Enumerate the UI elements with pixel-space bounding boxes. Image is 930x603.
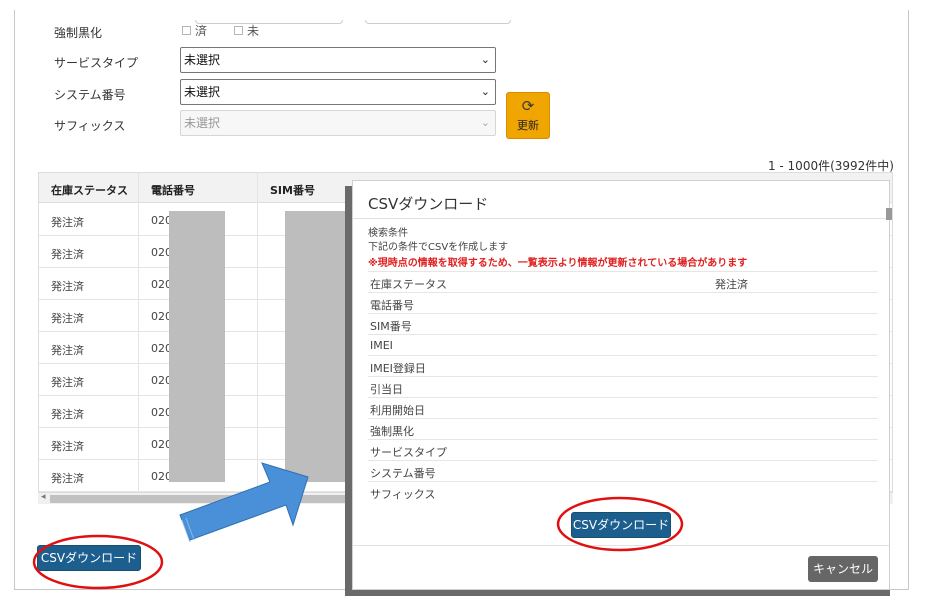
checkbox-not-done-label: 未 bbox=[247, 24, 260, 38]
suffix-value: 未選択 bbox=[184, 116, 221, 130]
condition-row: IMEI bbox=[368, 334, 878, 355]
refresh-button[interactable]: ⟳ 更新 bbox=[506, 92, 550, 139]
service-type-label: サービスタイプ bbox=[54, 56, 139, 70]
condition-row: システム番号 bbox=[368, 460, 878, 481]
condition-key: SIM番号 bbox=[370, 320, 412, 333]
row-status: 発注済 bbox=[51, 344, 84, 357]
checkbox-done-box[interactable] bbox=[182, 26, 191, 35]
checkbox-done[interactable]: 済 bbox=[182, 22, 207, 39]
condition-key: IMEI登録日 bbox=[370, 362, 426, 375]
condition-key: サービスタイプ bbox=[370, 446, 447, 459]
chevron-down-icon: ⌄ bbox=[480, 85, 490, 98]
condition-key: 在庫ステータス bbox=[370, 278, 447, 291]
scroll-left-icon[interactable]: ◂ bbox=[41, 492, 46, 502]
redacted-phone-numbers bbox=[169, 211, 225, 482]
condition-row: 利用開始日 bbox=[368, 397, 878, 418]
row-status: 発注済 bbox=[51, 216, 84, 229]
modal-title: CSVダウンロード bbox=[368, 195, 489, 213]
suffix-select[interactable]: 未選択 ⌄ bbox=[180, 110, 496, 136]
condition-row: サービスタイプ bbox=[368, 439, 878, 460]
modal-footer-divider bbox=[353, 545, 889, 546]
row-status: 発注済 bbox=[51, 408, 84, 421]
system-number-value: 未選択 bbox=[184, 85, 221, 99]
condition-row: IMEI登録日 bbox=[368, 355, 878, 376]
chevron-down-icon: ⌄ bbox=[480, 116, 490, 129]
row-status: 発注済 bbox=[51, 472, 84, 485]
modal-csv-download-button[interactable]: CSVダウンロード bbox=[571, 512, 671, 538]
condition-key: システム番号 bbox=[370, 467, 436, 480]
cancel-button[interactable]: キャンセル bbox=[808, 556, 878, 582]
condition-row: 在庫ステータス 発注済 bbox=[368, 271, 878, 292]
condition-row: サフィックス bbox=[368, 481, 878, 502]
warning-text: ※現時点の情報を取得するため、一覧表示より情報が更新されている場合があります bbox=[368, 258, 748, 269]
suffix-label: サフィックス bbox=[54, 119, 126, 133]
row-status: 発注済 bbox=[51, 280, 84, 293]
condition-key: サフィックス bbox=[370, 488, 436, 501]
system-number-select[interactable]: 未選択 ⌄ bbox=[180, 79, 496, 105]
csv-download-button[interactable]: CSVダウンロード bbox=[37, 545, 141, 571]
search-conditions-label: 検索条件 bbox=[368, 228, 408, 239]
row-status: 発注済 bbox=[51, 440, 84, 453]
service-type-select[interactable]: 未選択 ⌄ bbox=[180, 47, 496, 73]
condition-row: 電話番号 bbox=[368, 292, 878, 313]
row-status: 発注済 bbox=[51, 312, 84, 325]
header-sim-number[interactable]: SIM番号 bbox=[270, 182, 315, 198]
chevron-down-icon: ⌄ bbox=[480, 53, 490, 66]
screen: 強制黒化 済 未 サービスタイプ 未選択 ⌄ システム番号 未選択 ⌄ サフィッ… bbox=[0, 0, 930, 603]
checkbox-not-done-box[interactable] bbox=[234, 26, 243, 35]
condition-row: 引当日 bbox=[368, 376, 878, 397]
forced-black-label: 強制黒化 bbox=[54, 26, 103, 40]
row-status: 発注済 bbox=[51, 248, 84, 261]
row-status: 発注済 bbox=[51, 376, 84, 389]
condition-row: SIM番号 bbox=[368, 313, 878, 334]
condition-key: IMEI bbox=[370, 339, 393, 352]
condition-key: 引当日 bbox=[370, 383, 403, 396]
scrollbar-thumb[interactable] bbox=[50, 495, 350, 503]
checkbox-not-done[interactable]: 未 bbox=[234, 22, 259, 39]
vertical-scrollbar[interactable] bbox=[886, 208, 892, 220]
instruction-text: 下記の条件でCSVを作成します bbox=[368, 242, 509, 253]
condition-key: 強制黒化 bbox=[370, 425, 414, 438]
condition-row: 強制黒化 bbox=[368, 418, 878, 439]
system-number-label: システム番号 bbox=[54, 88, 126, 102]
condition-key: 電話番号 bbox=[370, 299, 414, 312]
condition-key: 利用開始日 bbox=[370, 404, 425, 417]
checkbox-done-label: 済 bbox=[195, 24, 208, 38]
refresh-label: 更新 bbox=[517, 118, 539, 132]
header-stock-status[interactable]: 在庫ステータス bbox=[51, 182, 128, 198]
refresh-icon: ⟳ bbox=[521, 96, 535, 115]
modal-header-divider bbox=[353, 218, 889, 219]
condition-value: 発注済 bbox=[715, 278, 748, 291]
service-type-value: 未選択 bbox=[184, 53, 221, 67]
header-phone-number[interactable]: 電話番号 bbox=[151, 182, 195, 198]
